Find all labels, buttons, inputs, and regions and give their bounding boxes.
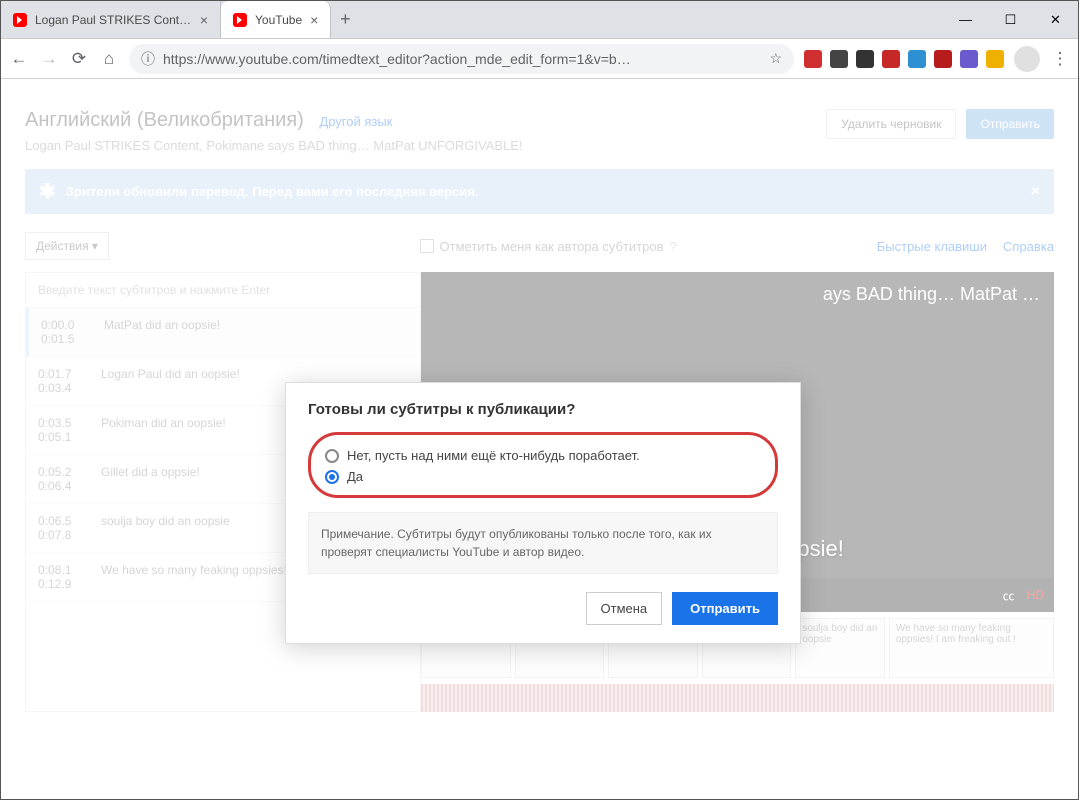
extension-icon[interactable] xyxy=(856,50,874,68)
modal-title: Готовы ли субтитры к публикации? xyxy=(308,401,778,418)
address-bar[interactable]: ⓘ https://www.youtube.com/timedtext_edit… xyxy=(129,44,794,74)
maximize-icon[interactable]: ☐ xyxy=(988,1,1033,38)
extension-icon[interactable] xyxy=(986,50,1004,68)
page-content: Английский (Великобритания) Другой язык … xyxy=(1,79,1078,799)
url-text: https://www.youtube.com/timedtext_editor… xyxy=(163,51,631,67)
kebab-menu-icon[interactable]: ⋮ xyxy=(1050,49,1070,69)
forward-icon[interactable]: → xyxy=(39,49,59,69)
home-icon[interactable]: ⌂ xyxy=(99,49,119,69)
radio-option-yes[interactable]: Да xyxy=(325,466,761,487)
modal-cancel-button[interactable]: Отмена xyxy=(586,592,663,625)
publish-modal: Готовы ли субтитры к публикации? Нет, пу… xyxy=(285,382,801,644)
youtube-favicon-icon xyxy=(13,13,27,27)
extension-icon[interactable] xyxy=(804,50,822,68)
radio-icon-checked[interactable] xyxy=(325,470,339,484)
close-window-icon[interactable]: ✕ xyxy=(1033,1,1078,38)
radio-icon[interactable] xyxy=(325,449,339,463)
radio-option-no[interactable]: Нет, пусть над ними ещё кто-нибудь пораб… xyxy=(325,445,761,466)
new-tab-button[interactable]: + xyxy=(331,1,359,38)
youtube-favicon-icon xyxy=(233,13,247,27)
extension-icon[interactable] xyxy=(830,50,848,68)
extension-icon[interactable] xyxy=(934,50,952,68)
browser-tab-active[interactable]: YouTube × xyxy=(221,1,331,38)
reload-icon[interactable]: ⟳ xyxy=(69,49,89,69)
browser-titlebar: Logan Paul STRIKES Content, Pok × YouTub… xyxy=(1,1,1078,39)
browser-toolbar: ← → ⟳ ⌂ ⓘ https://www.youtube.com/timedt… xyxy=(1,39,1078,79)
browser-tab[interactable]: Logan Paul STRIKES Content, Pok × xyxy=(1,1,221,38)
modal-note: Примечание. Субтитры будут опубликованы … xyxy=(308,512,778,574)
radio-label: Да xyxy=(347,469,363,484)
extension-icons xyxy=(804,50,1004,68)
radio-group-highlight: Нет, пусть над ними ещё кто-нибудь пораб… xyxy=(308,432,778,498)
minimize-icon[interactable]: — xyxy=(943,1,988,38)
bookmark-star-icon[interactable]: ☆ xyxy=(769,50,782,67)
modal-submit-button[interactable]: Отправить xyxy=(672,592,778,625)
tab-label: YouTube xyxy=(255,13,302,27)
info-icon[interactable]: ⓘ xyxy=(141,49,155,69)
profile-avatar-icon[interactable] xyxy=(1014,46,1040,72)
extension-icon[interactable] xyxy=(960,50,978,68)
tab-label: Logan Paul STRIKES Content, Pok xyxy=(35,13,192,27)
extension-icon[interactable] xyxy=(882,50,900,68)
radio-label: Нет, пусть над ними ещё кто-нибудь пораб… xyxy=(347,448,640,463)
close-tab-icon[interactable]: × xyxy=(310,12,318,28)
back-icon[interactable]: ← xyxy=(9,49,29,69)
extension-icon[interactable] xyxy=(908,50,926,68)
close-tab-icon[interactable]: × xyxy=(200,12,208,28)
